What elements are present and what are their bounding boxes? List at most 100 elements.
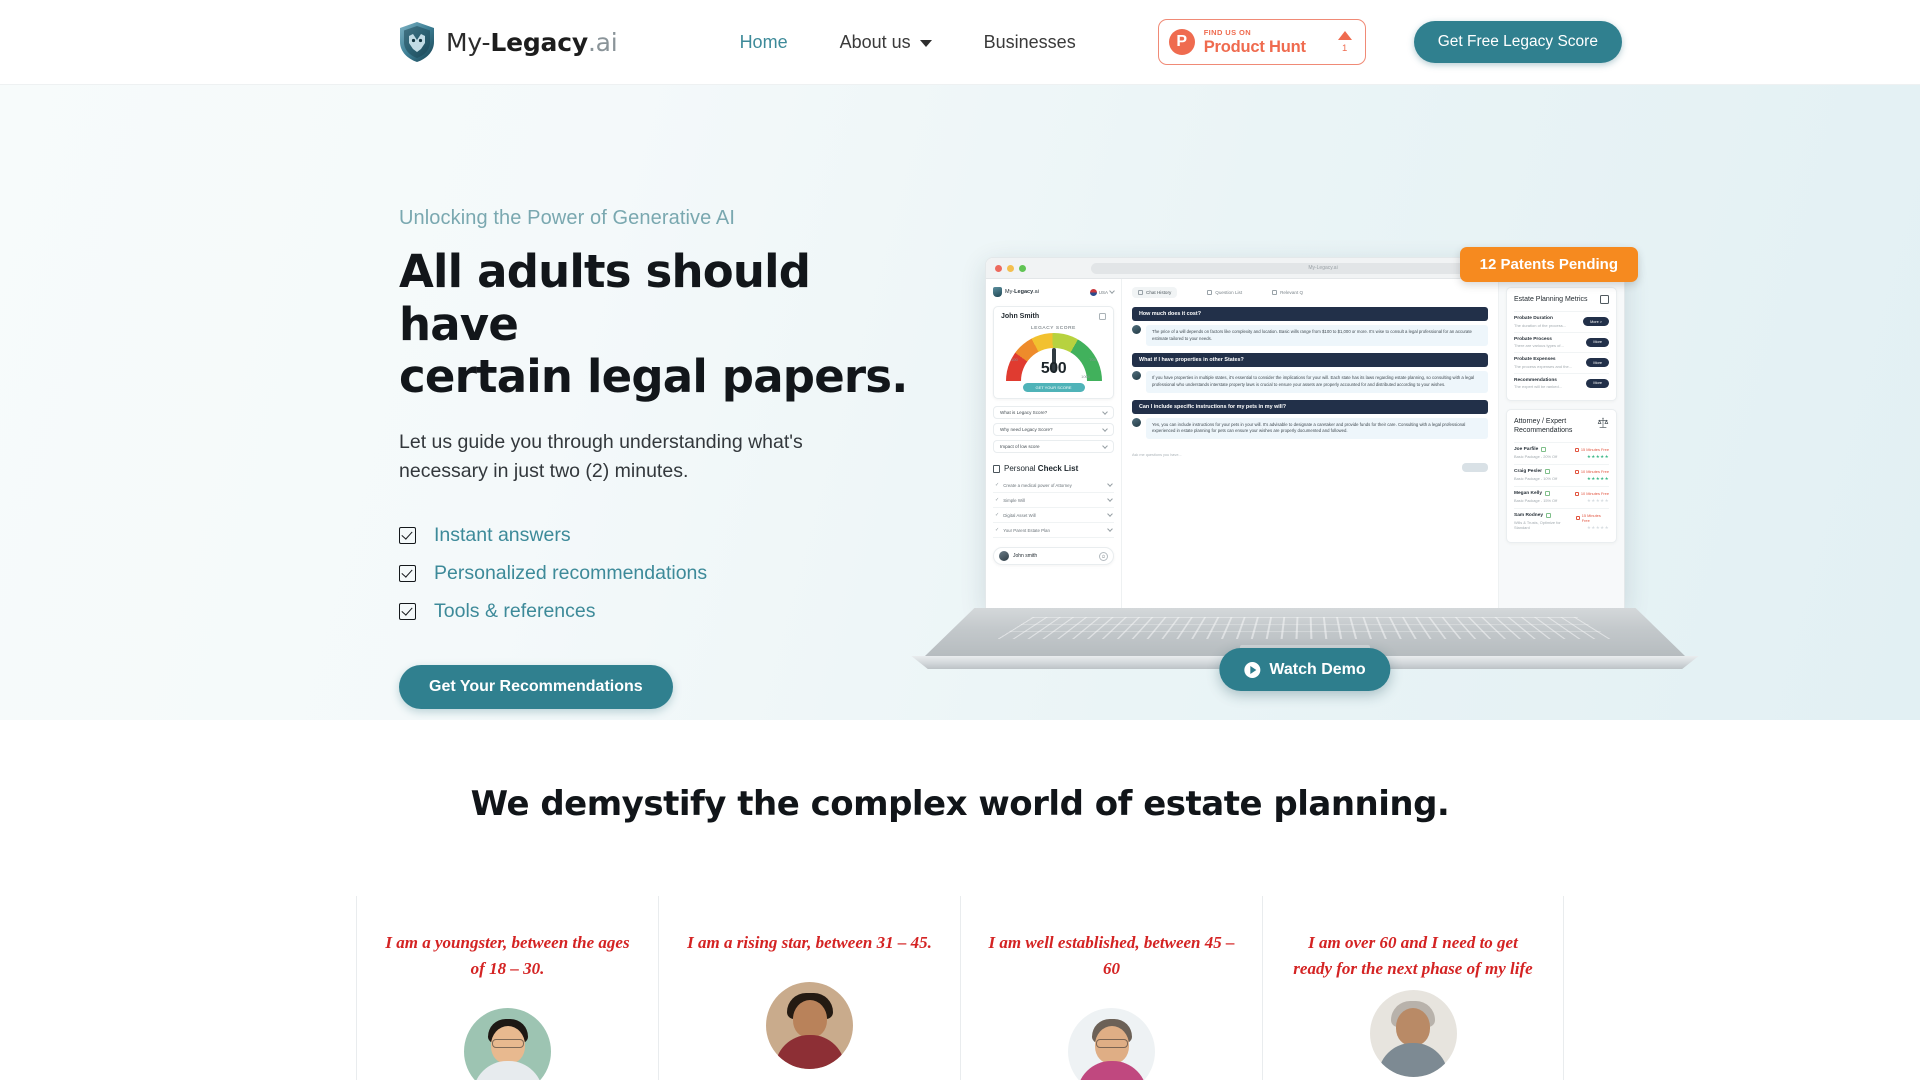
chat-question: What if I have properties in other State… xyxy=(1132,353,1488,368)
tab-chat-history[interactable]: Chat History xyxy=(1132,287,1178,298)
chat-answer-text: If you have properties in multiple state… xyxy=(1146,371,1488,393)
attorney-rating: ★★★★★ xyxy=(1586,525,1609,531)
check-icon: ✓ xyxy=(995,482,1000,488)
product-hunt-text: FIND US ON Product Hunt xyxy=(1203,27,1326,56)
persona-text: I am a rising star, between 31 – 45. xyxy=(687,933,932,952)
accordion-item[interactable]: Why need Legacy Score? xyxy=(993,423,1114,436)
scales-of-justice-icon xyxy=(1597,417,1609,429)
attorney-name: Megan Kelly xyxy=(1514,491,1542,497)
chat-send-row xyxy=(1132,462,1488,472)
locale-selector[interactable]: USA xyxy=(1089,288,1115,296)
chat-question: Can I include specific instructions for … xyxy=(1132,399,1488,414)
get-your-recommendations-button[interactable]: Get Your Recommendations xyxy=(399,665,673,710)
watch-demo-label: Watch Demo xyxy=(1269,660,1366,678)
user-profile-chip[interactable]: John smith ⏻ xyxy=(993,547,1114,565)
metric-more-button[interactable]: More > xyxy=(1583,317,1609,327)
persona-card-well-established[interactable]: I am well established, between 45 – 60 xyxy=(960,896,1262,1080)
checklist-item[interactable]: ✓ Create a medical power of Attorney xyxy=(993,478,1114,493)
send-button[interactable] xyxy=(1462,462,1488,472)
hero-eyebrow: Unlocking the Power of Generative AI xyxy=(399,207,736,229)
attorney-rating: ★★★★★ xyxy=(1586,476,1609,482)
attorney-row[interactable]: Craig Pesler Basic Package - 10% Off 10 … xyxy=(1514,464,1609,486)
product-hunt-title: Product Hunt xyxy=(1203,38,1306,56)
checkbox-checked-icon xyxy=(399,603,416,621)
accordion-label: Impact of low score xyxy=(1000,444,1040,449)
gauge-min-label: 100 xyxy=(1011,357,1018,362)
score-label: LEGACY SCORE xyxy=(1031,326,1076,331)
attorney-row[interactable]: Megan Kelly Basic Package - 15% Off 10 M… xyxy=(1514,486,1609,508)
attorney-free-label: 15 Minutes Free xyxy=(1581,513,1601,524)
assistant-avatar-icon xyxy=(1132,417,1141,427)
persona-card-over-60[interactable]: I am over 60 and I need to get ready for… xyxy=(1262,896,1564,1080)
verified-icon xyxy=(1541,447,1547,453)
attorney-free-label: 10 Minutes Free xyxy=(1580,491,1609,497)
dashboard-left-panel: My-Legacy.ai USA John Smith LEGACY SCORE… xyxy=(986,279,1122,608)
feature-item: Tools & references xyxy=(399,600,919,623)
metric-row: Probate Expenses The process expenses and… xyxy=(1514,352,1609,373)
attorney-name: Craig Pesler xyxy=(1514,469,1542,475)
chevron-down-icon xyxy=(1102,425,1108,432)
avatar xyxy=(999,551,1009,561)
attorney-row[interactable]: Joe Parfile Basic Package - 20% Off 15 M… xyxy=(1514,442,1609,464)
expand-icon[interactable] xyxy=(1600,295,1609,304)
watch-demo-button[interactable]: Watch Demo xyxy=(1219,648,1391,691)
metric-sub: There are various types of... xyxy=(1514,343,1564,349)
persona-text: I am over 60 and I need to get ready for… xyxy=(1293,933,1533,978)
chevron-down-icon xyxy=(1107,481,1113,487)
tab-label: Chat History xyxy=(1146,290,1172,295)
history-icon xyxy=(1138,290,1143,295)
checklist-item[interactable]: ✓ Your Parent Estate Plan xyxy=(993,523,1114,538)
nav-item-home[interactable]: Home xyxy=(714,32,814,53)
mini-logo-text: My-Legacy.ai xyxy=(1005,289,1039,295)
nav-item-businesses[interactable]: Businesses xyxy=(958,32,1102,53)
upvote-arrow-icon xyxy=(1337,30,1352,40)
attorney-package: Basic Package - 20% Off xyxy=(1514,453,1558,459)
nav-item-about-us[interactable]: About us xyxy=(814,32,958,53)
get-your-score-button[interactable]: GET YOUR SCORE xyxy=(1022,383,1085,392)
metric-title: Recommendations xyxy=(1514,377,1557,383)
logo[interactable]: My-Legacy.ai xyxy=(398,21,618,63)
chat-answer-text: Yes, you can include instructions for yo… xyxy=(1146,417,1488,439)
product-hunt-kicker: FIND US ON xyxy=(1203,27,1252,37)
metric-more-button[interactable]: More xyxy=(1586,378,1609,388)
checklist-item[interactable]: ✓ Simple Will xyxy=(993,493,1114,508)
attorney-title: Attorney / Expert Recommendations xyxy=(1514,418,1573,435)
checkbox-checked-icon xyxy=(399,565,416,583)
edit-icon[interactable] xyxy=(1099,313,1106,320)
attorney-name: Sam Rodney xyxy=(1514,513,1544,519)
product-hunt-badge[interactable]: P FIND US ON Product Hunt 1 xyxy=(1157,19,1366,65)
glasses-icon xyxy=(1095,1038,1128,1048)
checklist-icon xyxy=(993,464,1000,473)
persona-text: I am well established, between 45 – 60 xyxy=(988,933,1235,978)
persona-card-youngster[interactable]: I am a youngster, between the ages of 18… xyxy=(356,896,658,1080)
metric-more-button[interactable]: More xyxy=(1586,358,1609,368)
checklist-label: Your Parent Estate Plan xyxy=(1003,527,1050,533)
attorney-row[interactable]: Sam Rodney Wills & Trusts, Optimize for … xyxy=(1514,508,1609,535)
legacy-score-card: John Smith LEGACY SCORE 100 700 1000 500 xyxy=(993,306,1114,399)
avatar xyxy=(464,1007,551,1080)
power-icon[interactable]: ⏻ xyxy=(1099,551,1108,561)
avatar xyxy=(1068,1007,1155,1080)
tab-relevant-q[interactable]: Relevant Q xyxy=(1272,287,1303,298)
tab-question-list[interactable]: Question List xyxy=(1207,287,1242,298)
checklist-title: Personal Check List xyxy=(1004,464,1079,473)
metric-title: Probate Process xyxy=(1514,336,1552,342)
checklist-item[interactable]: ✓ Digital Asset Will xyxy=(993,508,1114,523)
product-hunt-upvote[interactable]: 1 xyxy=(1335,30,1355,54)
accordion-item[interactable]: Impact of low score xyxy=(993,440,1114,453)
accordion-item[interactable]: What is Legacy Score? xyxy=(993,406,1114,419)
feature-label: Instant answers xyxy=(434,524,571,547)
chevron-down-icon xyxy=(1109,288,1115,294)
metric-more-button[interactable]: More xyxy=(1586,337,1609,347)
hero-title-line2: certain legal papers. xyxy=(399,350,908,404)
section-heading: We demystify the complex world of estate… xyxy=(470,784,1450,824)
get-free-legacy-score-button[interactable]: Get Free Legacy Score xyxy=(1413,21,1622,63)
hero-section: Unlocking the Power of Generative AI All… xyxy=(0,85,1920,720)
metric-sub: The process expenses and the... xyxy=(1514,363,1573,369)
attorney-rating: ★★★★★ xyxy=(1586,454,1609,460)
persona-card-rising-star[interactable]: I am a rising star, between 31 – 45. xyxy=(658,896,960,1080)
patents-pending-badge: 12 Patents Pending xyxy=(1459,247,1638,282)
list-icon xyxy=(1207,290,1213,295)
window-minimize-icon xyxy=(1007,264,1014,272)
keyboard-keys xyxy=(997,617,1613,640)
